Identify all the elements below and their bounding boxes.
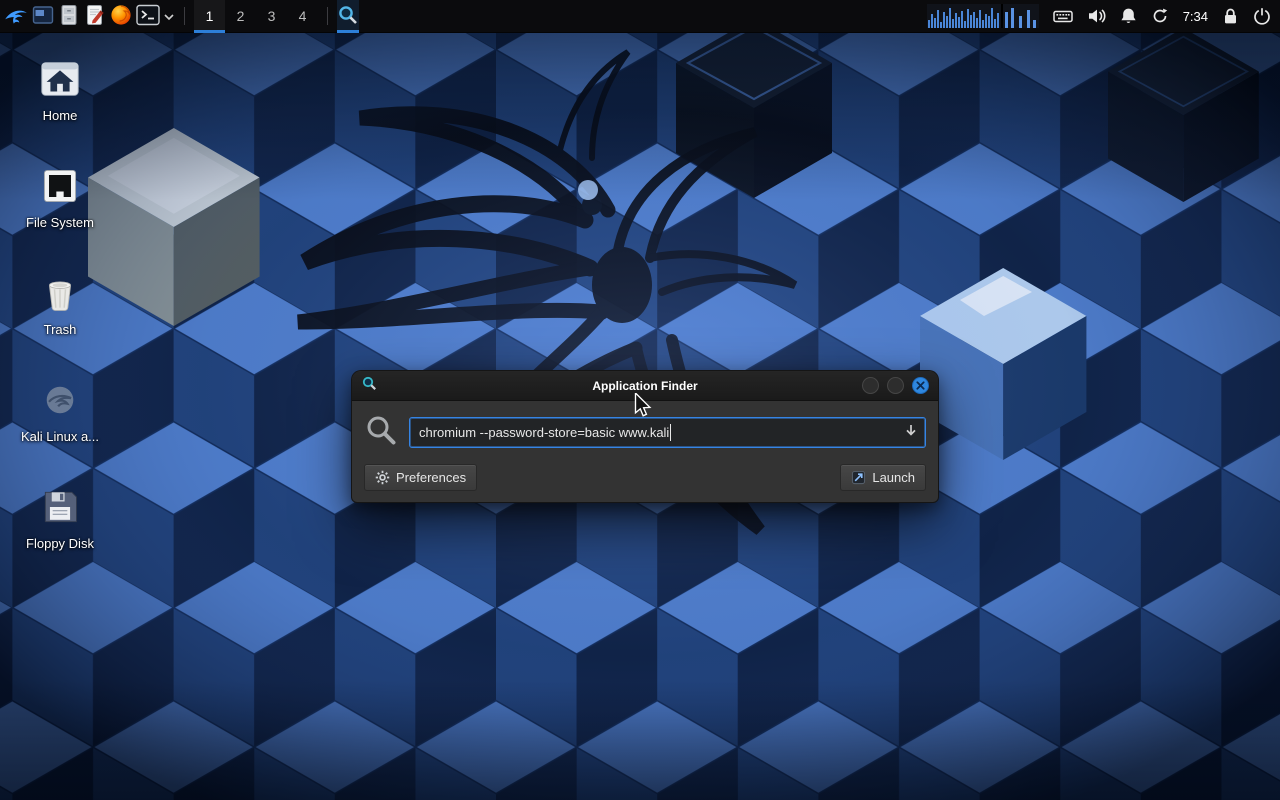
workspace-switcher: 1 2 3 4 — [194, 0, 318, 33]
panel-separator — [184, 7, 185, 25]
chevron-down-icon — [163, 9, 175, 24]
desktop-icon-label: Kali Linux a... — [17, 430, 103, 444]
floppy-icon — [17, 482, 103, 532]
gear-icon — [375, 470, 390, 485]
command-text: chromium --password-store=basic www.kali — [419, 425, 669, 440]
application-finder-window: Application Finder chromium - — [352, 371, 938, 502]
firefox-icon — [109, 3, 133, 30]
maximize-button[interactable] — [887, 377, 904, 394]
lock-icon[interactable] — [1222, 7, 1239, 25]
desktop-icon-label: Trash — [17, 323, 103, 337]
kali-docs-icon — [17, 375, 103, 425]
text-caret — [670, 424, 671, 441]
launcher-file-manager[interactable] — [57, 0, 81, 33]
panel-right: 7:34 — [927, 0, 1280, 32]
search-row: chromium --password-store=basic www.kali — [364, 413, 926, 452]
preferences-label: Preferences — [396, 470, 466, 485]
desktop-icon-label: File System — [17, 216, 103, 230]
file-manager-icon — [57, 3, 81, 30]
workspace-3[interactable]: 3 — [256, 0, 287, 33]
close-icon — [916, 377, 925, 395]
launch-button[interactable]: Launch — [840, 464, 926, 491]
clock[interactable]: 7:34 — [1183, 9, 1208, 24]
window-app-icon — [31, 3, 55, 30]
mouse-cursor — [634, 393, 652, 417]
app-finder-window-icon — [361, 375, 378, 397]
volume-icon[interactable] — [1087, 7, 1106, 25]
update-icon[interactable] — [1151, 7, 1169, 25]
filesystem-icon — [17, 161, 103, 211]
cpu-graph[interactable] — [927, 4, 1039, 28]
arrow-down-icon — [904, 423, 918, 442]
keyboard-icon[interactable] — [1053, 7, 1073, 25]
launcher-firefox[interactable] — [109, 0, 133, 33]
minimize-button[interactable] — [862, 377, 879, 394]
desktop-icon-home[interactable]: Home — [17, 54, 103, 123]
launch-icon — [851, 470, 866, 485]
text-editor-icon — [83, 3, 107, 30]
command-input[interactable]: chromium --password-store=basic www.kali — [409, 417, 926, 448]
desktop-icon-label: Home — [17, 109, 103, 123]
panel-separator — [327, 7, 328, 25]
trash-icon — [17, 268, 103, 318]
desktop-icon-label: Floppy Disk — [17, 537, 103, 551]
top-panel: 1 2 3 4 — [0, 0, 1280, 33]
desktop-icon-floppy[interactable]: Floppy Disk — [17, 482, 103, 551]
panel-left: 1 2 3 4 — [0, 0, 359, 32]
launch-label: Launch — [872, 470, 915, 485]
workspace-4[interactable]: 4 — [287, 0, 318, 33]
power-icon[interactable] — [1253, 7, 1271, 25]
kali-menu-icon — [3, 2, 29, 31]
home-icon — [17, 54, 103, 104]
tasklist-application-finder[interactable] — [337, 0, 359, 33]
history-dropdown-button[interactable] — [898, 423, 918, 442]
kali-menu-button[interactable] — [3, 0, 29, 33]
launcher-dropdown-button[interactable] — [163, 0, 175, 33]
close-button[interactable] — [912, 377, 929, 394]
window-title: Application Finder — [352, 379, 938, 393]
search-icon — [364, 413, 398, 452]
terminal-icon — [135, 3, 161, 30]
action-row: Preferences Launch — [364, 464, 926, 491]
desktop-icon-trash[interactable]: Trash — [17, 268, 103, 337]
window-controls — [862, 377, 929, 394]
workspace-2[interactable]: 2 — [225, 0, 256, 33]
launcher-text-editor[interactable] — [83, 0, 107, 33]
desktop-icon-filesystem[interactable]: File System — [17, 161, 103, 230]
app-finder-icon — [337, 4, 359, 29]
desktop-icon-kali-docs[interactable]: Kali Linux a... — [17, 375, 103, 444]
workspace-1[interactable]: 1 — [194, 0, 225, 33]
launcher-terminal[interactable] — [135, 0, 161, 33]
notifications-icon[interactable] — [1120, 7, 1137, 25]
launcher-window-app[interactable] — [31, 0, 55, 33]
preferences-button[interactable]: Preferences — [364, 464, 477, 491]
